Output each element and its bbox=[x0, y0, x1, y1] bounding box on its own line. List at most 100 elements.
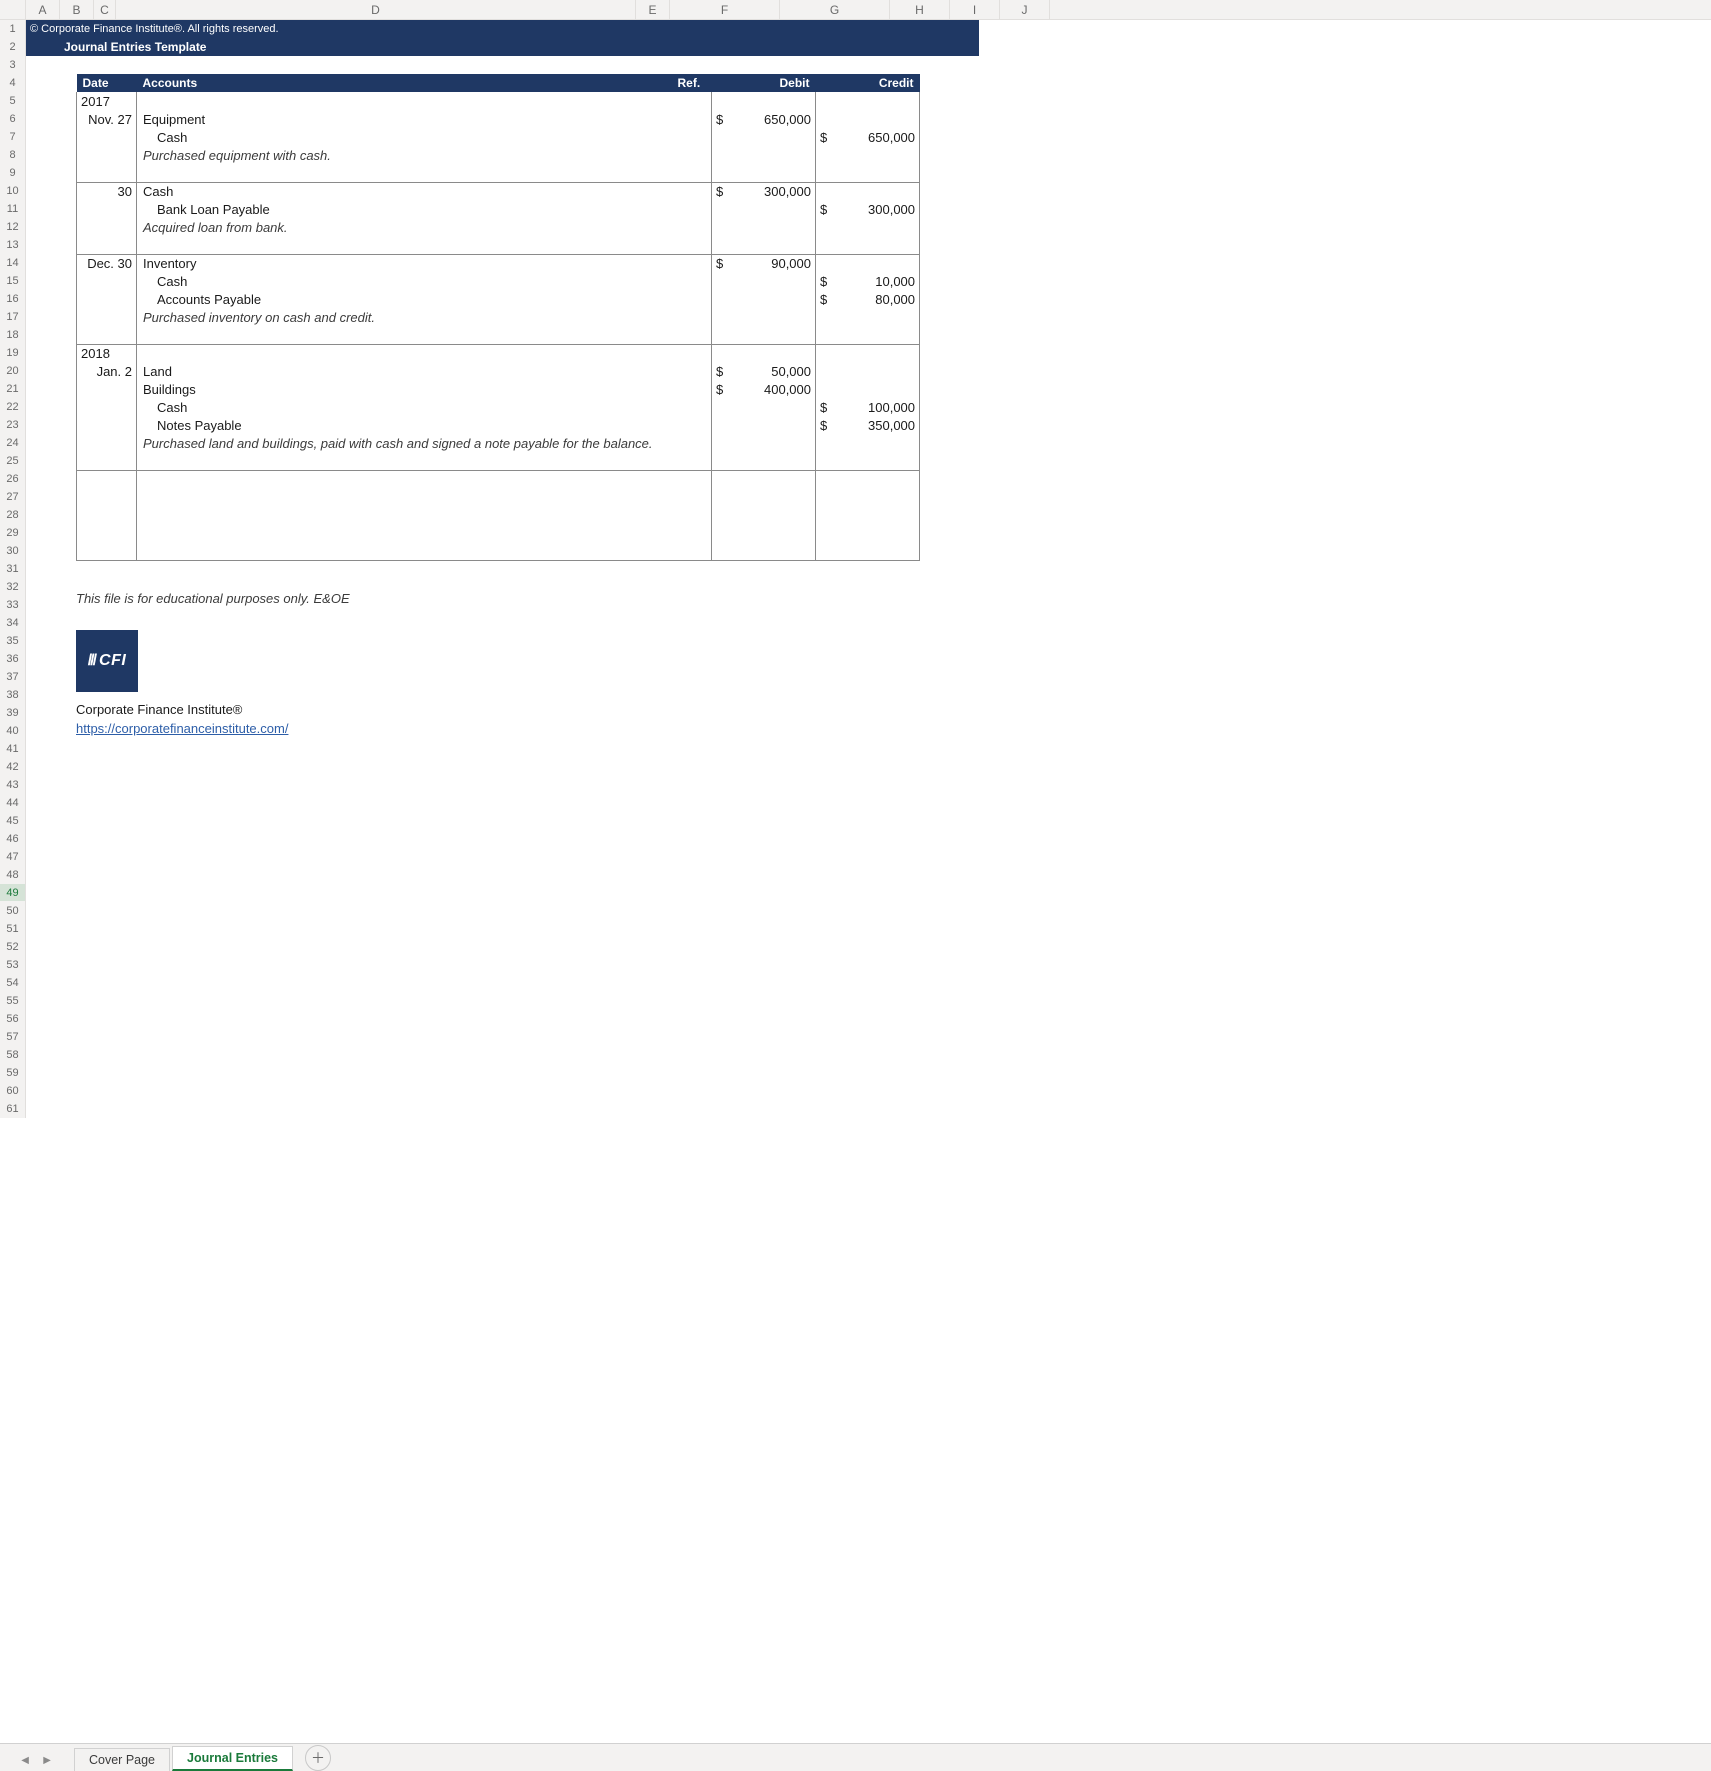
col-header-H[interactable]: H bbox=[890, 0, 950, 19]
add-sheet-button[interactable]: ＋ bbox=[305, 1745, 331, 1771]
table-row: Cash $ 10,000 bbox=[77, 272, 920, 290]
row-header-33[interactable]: 33 bbox=[0, 596, 25, 614]
row-header-36[interactable]: 36 bbox=[0, 650, 25, 668]
row-header-29[interactable]: 29 bbox=[0, 524, 25, 542]
row-header-19[interactable]: 19 bbox=[0, 344, 25, 362]
col-header-B[interactable]: B bbox=[60, 0, 94, 19]
row-header-60[interactable]: 60 bbox=[0, 1082, 25, 1100]
row-header-47[interactable]: 47 bbox=[0, 848, 25, 866]
row-header-39[interactable]: 39 bbox=[0, 704, 25, 722]
row-header-32[interactable]: 32 bbox=[0, 578, 25, 596]
row-header-46[interactable]: 46 bbox=[0, 830, 25, 848]
row-header-14[interactable]: 14 bbox=[0, 254, 25, 272]
col-header-D[interactable]: D bbox=[116, 0, 636, 19]
row-header-59[interactable]: 59 bbox=[0, 1064, 25, 1082]
row-header-20[interactable]: 20 bbox=[0, 362, 25, 380]
row-header-8[interactable]: 8 bbox=[0, 146, 25, 164]
row-header-11[interactable]: 11 bbox=[0, 200, 25, 218]
row-header-45[interactable]: 45 bbox=[0, 812, 25, 830]
row-header-52[interactable]: 52 bbox=[0, 938, 25, 956]
row-header-38[interactable]: 38 bbox=[0, 686, 25, 704]
row-header-1[interactable]: 1 bbox=[0, 20, 25, 38]
row-header-15[interactable]: 15 bbox=[0, 272, 25, 290]
table-row: Dec. 30 Inventory $ 90,000 bbox=[77, 254, 920, 272]
row-header-28[interactable]: 28 bbox=[0, 506, 25, 524]
table-row: Accounts Payable $ 80,000 bbox=[77, 290, 920, 308]
row-header-58[interactable]: 58 bbox=[0, 1046, 25, 1064]
row-header-61[interactable]: 61 bbox=[0, 1100, 25, 1118]
row-header-54[interactable]: 54 bbox=[0, 974, 25, 992]
row-header-56[interactable]: 56 bbox=[0, 1010, 25, 1028]
row-header-34[interactable]: 34 bbox=[0, 614, 25, 632]
col-ref: Ref. bbox=[672, 74, 712, 92]
row-header-22[interactable]: 22 bbox=[0, 398, 25, 416]
tab-journal-entries[interactable]: Journal Entries bbox=[172, 1746, 293, 1771]
row-header-24[interactable]: 24 bbox=[0, 434, 25, 452]
row-header-50[interactable]: 50 bbox=[0, 902, 25, 920]
row-header-43[interactable]: 43 bbox=[0, 776, 25, 794]
row-header-5[interactable]: 5 bbox=[0, 92, 25, 110]
logo-bars-icon: /// bbox=[88, 652, 95, 670]
currency-symbol: $ bbox=[816, 416, 830, 434]
row-header-57[interactable]: 57 bbox=[0, 1028, 25, 1046]
select-all-corner[interactable] bbox=[0, 0, 26, 19]
row-header-7[interactable]: 7 bbox=[0, 128, 25, 146]
col-header-F[interactable]: F bbox=[670, 0, 780, 19]
row-header-21[interactable]: 21 bbox=[0, 380, 25, 398]
row-header-2[interactable]: 2 bbox=[0, 38, 25, 56]
col-header-J[interactable]: J bbox=[1000, 0, 1050, 19]
tab-nav-prev-icon[interactable]: ◄ bbox=[14, 1749, 36, 1771]
col-header-A[interactable]: A bbox=[26, 0, 60, 19]
debit-cell: 50,000 bbox=[726, 362, 816, 380]
row-header-9[interactable]: 9 bbox=[0, 164, 25, 182]
row-header-16[interactable]: 16 bbox=[0, 290, 25, 308]
credit-cell: 80,000 bbox=[830, 290, 920, 308]
description-cell: Purchased land and buildings, paid with … bbox=[137, 434, 672, 452]
table-row: Jan. 2 Land $ 50,000 bbox=[77, 362, 920, 380]
table-row: 2018 bbox=[77, 344, 920, 362]
row-header-41[interactable]: 41 bbox=[0, 740, 25, 758]
company-link[interactable]: https://corporatefinanceinstitute.com/ bbox=[76, 721, 288, 736]
column-headers: ABCDEFGHIJ bbox=[0, 0, 1711, 20]
row-header-6[interactable]: 6 bbox=[0, 110, 25, 128]
row-header-3[interactable]: 3 bbox=[0, 56, 25, 74]
row-header-53[interactable]: 53 bbox=[0, 956, 25, 974]
row-header-4[interactable]: 4 bbox=[0, 74, 25, 92]
row-header-26[interactable]: 26 bbox=[0, 470, 25, 488]
row-header-17[interactable]: 17 bbox=[0, 308, 25, 326]
row-header-25[interactable]: 25 bbox=[0, 452, 25, 470]
row-header-10[interactable]: 10 bbox=[0, 182, 25, 200]
row-header-30[interactable]: 30 bbox=[0, 542, 25, 560]
row-header-18[interactable]: 18 bbox=[0, 326, 25, 344]
date-cell: Jan. 2 bbox=[77, 362, 137, 380]
currency-symbol: $ bbox=[712, 254, 726, 272]
col-header-I[interactable]: I bbox=[950, 0, 1000, 19]
footer-note: This file is for educational purposes on… bbox=[76, 591, 1711, 606]
row-header-55[interactable]: 55 bbox=[0, 992, 25, 1010]
col-header-C[interactable]: C bbox=[94, 0, 116, 19]
row-header-48[interactable]: 48 bbox=[0, 866, 25, 884]
col-header-E[interactable]: E bbox=[636, 0, 670, 19]
row-header-51[interactable]: 51 bbox=[0, 920, 25, 938]
row-header-23[interactable]: 23 bbox=[0, 416, 25, 434]
row-header-42[interactable]: 42 bbox=[0, 758, 25, 776]
table-row: Bank Loan Payable $ 300,000 bbox=[77, 200, 920, 218]
row-header-44[interactable]: 44 bbox=[0, 794, 25, 812]
tab-cover-page[interactable]: Cover Page bbox=[74, 1748, 170, 1771]
row-header-13[interactable]: 13 bbox=[0, 236, 25, 254]
currency-symbol: $ bbox=[712, 182, 726, 200]
row-header-40[interactable]: 40 bbox=[0, 722, 25, 740]
currency-symbol: $ bbox=[712, 110, 726, 128]
row-header-31[interactable]: 31 bbox=[0, 560, 25, 578]
row-header-12[interactable]: 12 bbox=[0, 218, 25, 236]
row-header-35[interactable]: 35 bbox=[0, 632, 25, 650]
date-cell: Nov. 27 bbox=[77, 110, 137, 128]
row-header-49[interactable]: 49 bbox=[0, 884, 25, 902]
year-cell: 2018 bbox=[77, 344, 137, 362]
col-header-G[interactable]: G bbox=[780, 0, 890, 19]
tab-nav-next-icon[interactable]: ► bbox=[36, 1749, 58, 1771]
grid-cells[interactable]: © Corporate Finance Institute®. All righ… bbox=[26, 20, 1711, 1118]
row-header-27[interactable]: 27 bbox=[0, 488, 25, 506]
row-header-37[interactable]: 37 bbox=[0, 668, 25, 686]
table-row: Acquired loan from bank. bbox=[77, 218, 920, 236]
